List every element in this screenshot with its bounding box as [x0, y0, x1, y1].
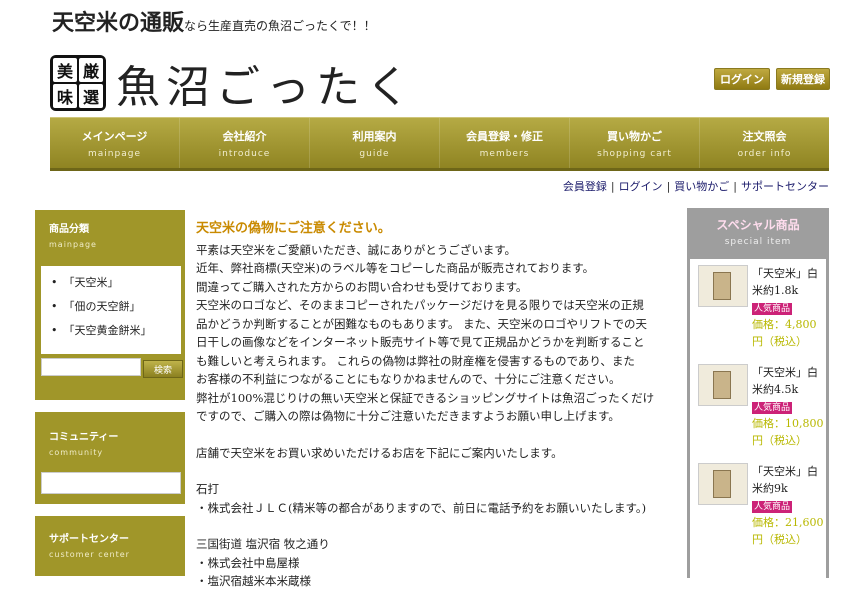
body-line: 弊社が100%混じりけの無い天空米と保証できるショッピングサイトは魚沼ごったくだ… — [196, 390, 655, 405]
search-input[interactable] — [41, 358, 141, 376]
link-cart[interactable]: 買い物かご — [674, 180, 729, 193]
logo-seal-char: 選 — [79, 84, 103, 108]
special-items-panel: スペシャル商品 special item 「天空米」白米約1.8k 人気商品 価格… — [687, 208, 829, 579]
popular-badge: 人気商品 — [752, 303, 793, 315]
body-line: 平素は天空米をご愛顧いただき、誠にありがとうございます。 — [196, 242, 517, 257]
login-button[interactable]: ログイン — [714, 68, 770, 90]
nav-introduce[interactable]: 会社紹介 introduce — [180, 118, 310, 168]
list-item: 「佃の天空餅」 — [51, 298, 181, 314]
nav-label: 会員登録・修正 — [466, 130, 543, 143]
store-area: 三国街道 塩沢宿 牧之通り — [196, 537, 330, 551]
separator: | — [733, 180, 737, 193]
register-button[interactable]: 新規登録 — [776, 68, 830, 90]
logo-text: 魚沼ごったく — [116, 62, 416, 113]
product-image[interactable] — [698, 265, 748, 307]
nav-sublabel: mainpage — [88, 149, 141, 159]
store-intro: 店舗で天空米をお買い求めいただけるお店を下記にご案内いたします。 — [196, 445, 563, 460]
search-button[interactable]: 検索 — [143, 360, 183, 378]
special-title: スペシャル商品 — [716, 218, 800, 232]
body-line: 天空米のロゴなど、そのままコピーされたパッケージだけを見る限りでは天空米の正規 — [196, 298, 644, 312]
list-item: 「天空米」 — [51, 274, 181, 290]
category-list: 「天空米」 「佃の天空餅」 「天空黄金餅米」 — [41, 266, 181, 354]
body-line: 品かどうか判断することが困難なものもあります。 また、天空米のロゴやリフトでの天 — [196, 316, 648, 331]
store-entry: ・株式会社中島屋様 — [196, 555, 300, 570]
main-content: 天空米の偽物にご注意ください。 平素は天空米をご愛顧いただき、誠にありがとうござ… — [196, 220, 676, 591]
nav-sublabel: guide — [359, 149, 390, 159]
nav-shopping-cart[interactable]: 買い物かご shopping cart — [570, 118, 700, 168]
support-panel: サポートセンター customer center — [35, 516, 185, 576]
category-subtitle: mainpage — [49, 240, 97, 249]
site-logo[interactable]: 美 厳 味 選 魚沼ごったく — [50, 55, 416, 113]
separator: | — [666, 180, 671, 193]
popular-badge: 人気商品 — [752, 402, 793, 414]
link-register[interactable]: 会員登録 — [563, 180, 607, 193]
community-box — [41, 472, 181, 494]
tagline-rest: なら生産直売の魚沼ごったくで！！ — [184, 19, 376, 33]
nav-mainpage[interactable]: メインページ mainpage — [50, 118, 180, 168]
store-entry: ・株式会社ＪＬＣ(精米等の都合がありますので、前日に電話予約をお願いいたします。… — [196, 500, 647, 515]
link-support[interactable]: サポートセンター — [741, 180, 829, 193]
community-subtitle: community — [49, 448, 104, 457]
body-line: ですので、ご購入の際は偽物に十分ご注意いただきますようお願い申し上げます。 — [196, 409, 620, 423]
nav-label: 買い物かご — [607, 130, 662, 143]
support-title: サポートセンター — [49, 534, 129, 545]
logo-seal-char: 厳 — [79, 58, 103, 82]
product-name-link[interactable]: 「天空米」白米約4.5k — [752, 366, 818, 396]
logo-seal-char: 美 — [53, 58, 77, 82]
special-list: 「天空米」白米約1.8k 人気商品 価格：4,800円（税込） 「天空米」白米約… — [690, 259, 826, 579]
nav-sublabel: introduce — [218, 149, 271, 159]
nav-label: 注文照会 — [742, 130, 787, 143]
category-title: 商品分類 — [49, 224, 89, 235]
category-link-golden-mochi[interactable]: 「天空黄金餅米」 — [64, 324, 152, 337]
body-line: 近年、弊社商標(天空米)のラベル等をコピーした商品が販売されております。 — [196, 261, 595, 275]
body-line: お客様の不利益につながることにもなりかねませんので、十分にご注意ください。 — [196, 372, 621, 386]
nav-order-info[interactable]: 注文照会 order info — [700, 118, 829, 168]
main-nav: メインページ mainpage 会社紹介 introduce 利用案内 guide 会… — [50, 117, 829, 171]
category-link-mochi[interactable]: 「佃の天空餅」 — [64, 300, 141, 313]
store-area: 石打 — [196, 482, 219, 496]
nav-sublabel: order info — [737, 149, 792, 159]
product-name-link[interactable]: 「天空米」白米約1.8k — [752, 267, 818, 297]
support-subtitle: customer center — [49, 550, 130, 559]
body-line: も難しいと考えられます。 これらの偽物は弊社の財産権を侵害するものであり、また — [196, 353, 635, 368]
list-item: 「天空黄金餅米」 — [51, 322, 181, 338]
community-panel: コミュニティー community — [35, 412, 185, 504]
tagline-bold: 天空米の通販 — [52, 10, 185, 36]
category-link-tenkumai[interactable]: 「天空米」 — [64, 276, 119, 289]
body-line: 間違ってご購入された方からのお問い合わせも受けております。 — [196, 279, 528, 294]
utility-links: 会員登録 | ログイン | 買い物かご | サポートセンター — [563, 178, 829, 194]
logo-seal-char: 味 — [53, 84, 77, 108]
nav-sublabel: shopping cart — [597, 149, 672, 159]
special-subtitle: special item — [724, 237, 792, 247]
nav-sublabel: members — [479, 149, 530, 159]
nav-label: メインページ — [81, 130, 148, 143]
nav-guide[interactable]: 利用案内 guide — [310, 118, 440, 168]
nav-label: 利用案内 — [352, 130, 397, 143]
separator: | — [610, 180, 615, 193]
logo-seal: 美 厳 味 選 — [50, 55, 106, 111]
nav-label: 会社紹介 — [222, 130, 267, 143]
product-price: 価格：21,600円（税込） — [752, 516, 824, 546]
product-price: 価格：4,800円（税込） — [752, 318, 817, 348]
product-image[interactable] — [698, 463, 748, 505]
body-line: 日干しの画像などをインターネット販売サイト等で見て正規品かどうかを判断すること — [196, 335, 645, 349]
popular-badge: 人気商品 — [752, 501, 793, 513]
site-tagline: 天空米の通販なら生産直売の魚沼ごったくで！！ — [52, 5, 376, 37]
nav-members[interactable]: 会員登録・修正 members — [440, 118, 570, 168]
link-login[interactable]: ログイン — [619, 180, 663, 193]
product-name-link[interactable]: 「天空米」白米約9k — [752, 465, 818, 495]
page-title: 天空米の偽物にご注意ください。 — [196, 221, 391, 236]
store-entry: ・塩沢宿越米本米蔵様 — [196, 574, 311, 588]
category-panel: 商品分類 mainpage 「天空米」 「佃の天空餅」 「天空黄金餅米」 検索 — [35, 210, 185, 400]
product-image[interactable] — [698, 364, 748, 406]
community-title: コミュニティー — [49, 432, 119, 443]
product-price: 価格：10,800円（税込） — [752, 417, 824, 447]
